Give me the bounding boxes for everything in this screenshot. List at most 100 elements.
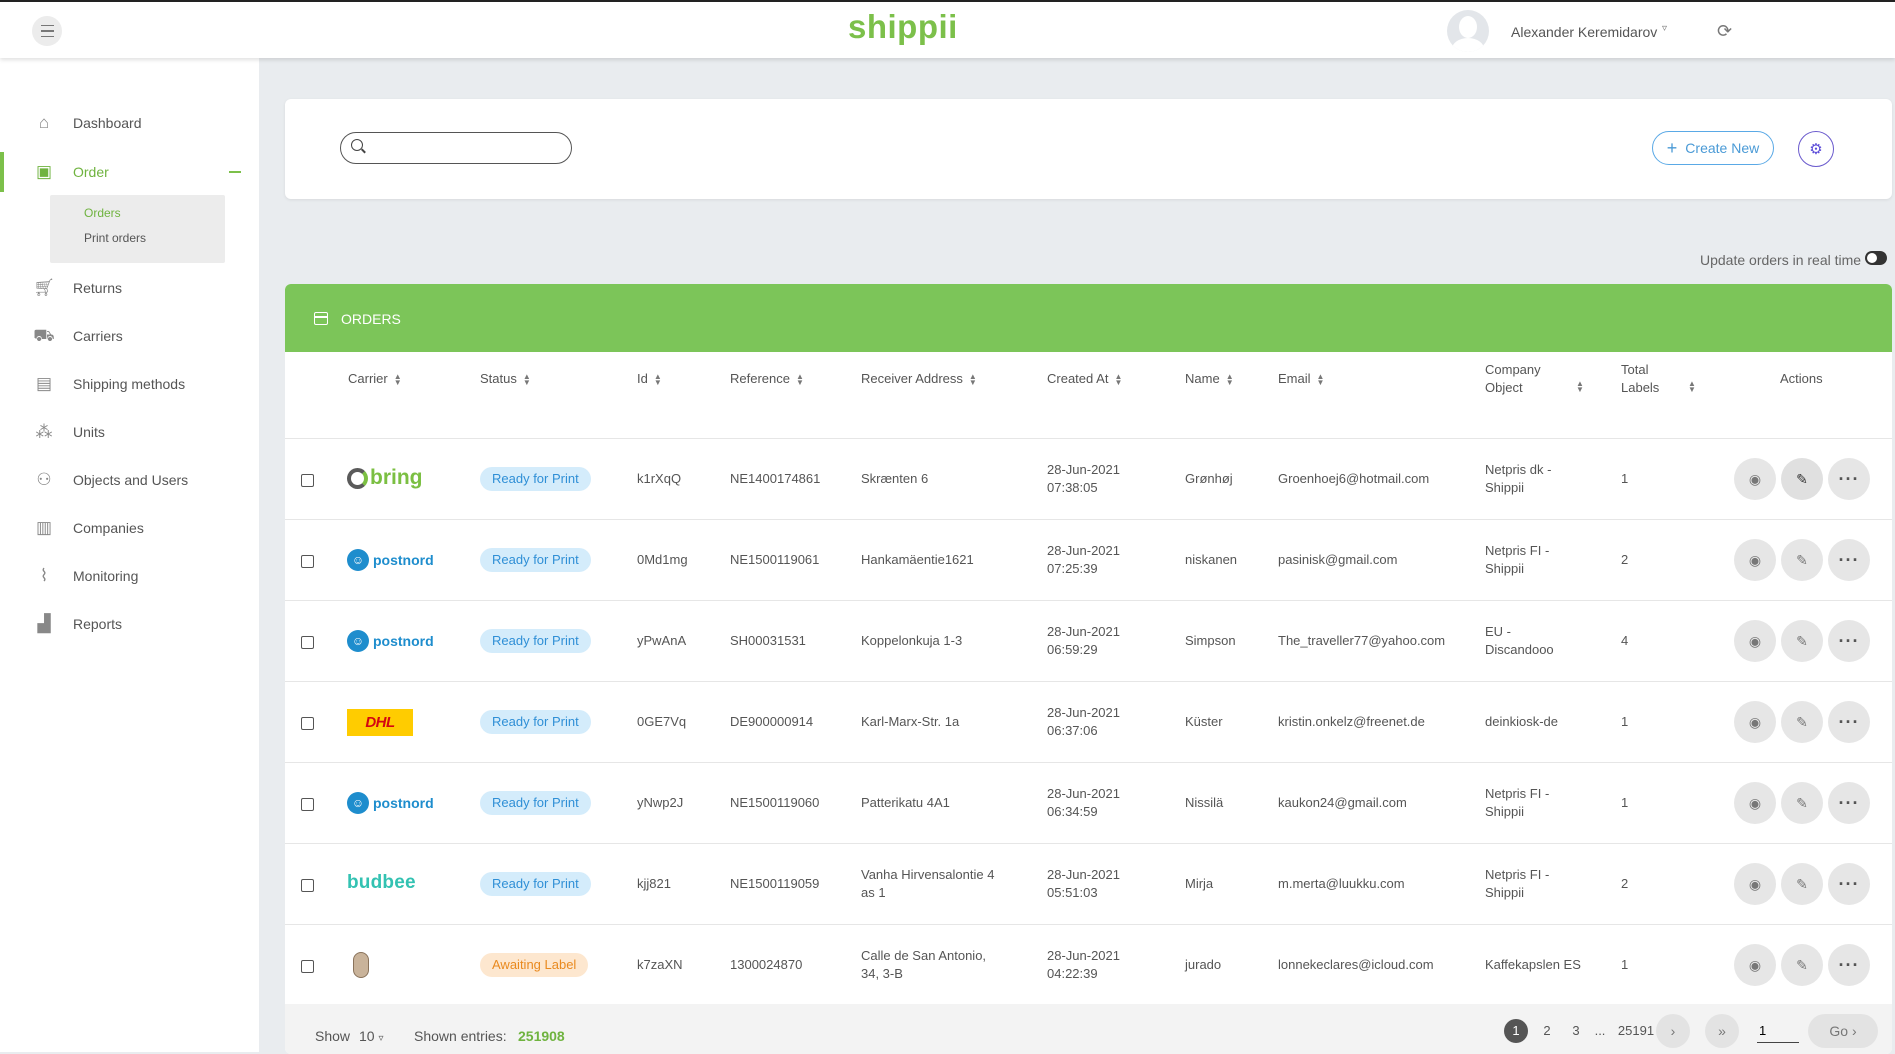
total-labels: 2	[1621, 876, 1629, 891]
view-button[interactable]: ◉	[1734, 620, 1776, 662]
company-object: EU -	[1485, 624, 1511, 639]
page-size-select[interactable]: 10 ▿	[359, 1028, 384, 1044]
view-button[interactable]: ◉	[1734, 539, 1776, 581]
sort-icon[interactable]: ▲ ▼	[1688, 380, 1696, 394]
column-header-name[interactable]: Name ▲ ▼	[1185, 370, 1234, 388]
view-button[interactable]: ◉	[1734, 458, 1776, 500]
edit-button[interactable]: ✎	[1781, 863, 1823, 905]
top-bar: shippii Alexander Keremidarov ▿ ⟳	[0, 0, 1895, 58]
page-button-last[interactable]: 25191	[1614, 1019, 1658, 1043]
order-id: yPwAnA	[637, 633, 687, 648]
edit-button[interactable]: ✎	[1781, 701, 1823, 743]
column-header-company-object[interactable]: Company Object	[1485, 361, 1541, 397]
column-header-status[interactable]: Status ▲ ▼	[480, 370, 531, 388]
total-labels: 1	[1621, 795, 1629, 810]
page-button-2[interactable]: 2	[1535, 1019, 1559, 1043]
edit-button[interactable]: ✎	[1781, 782, 1823, 824]
sidebar-item-units[interactable]: ⁂ Units	[0, 412, 259, 452]
sort-icon[interactable]: ▲ ▼	[1576, 380, 1584, 394]
more-button[interactable]: ···	[1828, 620, 1870, 662]
page-button-1[interactable]: 1	[1504, 1019, 1528, 1043]
view-button[interactable]: ◉	[1734, 863, 1776, 905]
more-button[interactable]: ···	[1828, 944, 1870, 986]
collapse-icon[interactable]	[229, 171, 241, 173]
row-checkbox[interactable]	[301, 879, 314, 892]
sidebar-item-label: Monitoring	[73, 568, 139, 584]
more-button[interactable]: ···	[1828, 701, 1870, 743]
eye-icon: ◉	[1748, 875, 1762, 892]
last-page-button[interactable]: »	[1705, 1014, 1739, 1048]
shown-entries-count: 251908	[518, 1028, 565, 1044]
chevron-down-icon[interactable]: ▿	[1662, 23, 1667, 34]
menu-toggle-button[interactable]	[32, 16, 62, 46]
row-checkbox[interactable]	[301, 717, 314, 730]
row-checkbox[interactable]	[301, 555, 314, 568]
more-button[interactable]: ···	[1828, 458, 1870, 500]
receiver-address: Koppelonkuja 1-3	[861, 633, 963, 648]
column-header-reference[interactable]: Reference ▲ ▼	[730, 370, 804, 388]
user-name[interactable]: Alexander Keremidarov	[1511, 24, 1657, 40]
view-button[interactable]: ◉	[1734, 701, 1776, 743]
row-checkbox[interactable]	[301, 636, 314, 649]
more-button[interactable]: ···	[1828, 539, 1870, 581]
column-header-total-labels[interactable]: Total Labels	[1621, 361, 1659, 397]
status-badge: Ready for Print	[480, 548, 591, 572]
row-checkbox[interactable]	[301, 798, 314, 811]
sidebar-item-monitoring[interactable]: ⌇ Monitoring	[0, 556, 259, 596]
receiver-name: Nissilä	[1185, 795, 1224, 810]
edit-button[interactable]: ✎	[1781, 539, 1823, 581]
avatar[interactable]	[1447, 10, 1489, 52]
receiver-email: pasinisk@gmail.com	[1278, 552, 1398, 567]
company-object-line2: Shippii	[1485, 885, 1525, 900]
row-checkbox[interactable]	[301, 960, 314, 973]
sidebar-item-carriers[interactable]: ⛟ Carriers	[0, 316, 259, 356]
goto-page-input[interactable]	[1757, 1018, 1799, 1043]
column-header-carrier[interactable]: Carrier ▲ ▼	[348, 370, 402, 388]
column-header-id[interactable]: Id ▲ ▼	[637, 370, 662, 388]
sidebar-item-objects-and-users[interactable]: ⚇ Objects and Users	[0, 460, 259, 500]
sidebar-item-dashboard[interactable]: ⌂ Dashboard	[0, 103, 259, 143]
page-button-3[interactable]: 3	[1564, 1019, 1588, 1043]
pallet-icon: ▤	[35, 374, 53, 393]
edit-button[interactable]: ✎	[1781, 458, 1823, 500]
sidebar-item-order[interactable]: ▣ Order	[0, 152, 259, 192]
submenu-item-orders[interactable]: Orders	[84, 206, 121, 220]
go-button[interactable]: Go ›	[1808, 1014, 1878, 1048]
more-button[interactable]: ···	[1828, 782, 1870, 824]
settings-button[interactable]: ⚙	[1798, 131, 1834, 167]
view-button[interactable]: ◉	[1734, 782, 1776, 824]
table-header: Carrier ▲ ▼ Status ▲ ▼ Id ▲ ▼ Reference ▲ ▼ Rece…	[285, 352, 1892, 424]
realtime-update-toggle[interactable]	[1865, 251, 1887, 265]
order-reference: DE900000914	[730, 714, 814, 729]
edit-button[interactable]: ✎	[1781, 620, 1823, 662]
refresh-icon[interactable]: ⟳	[1717, 21, 1732, 42]
table-row: budbee Ready for Print kjj821 NE15001190…	[285, 843, 1892, 925]
receiver-address-line2: as 1	[861, 885, 886, 900]
sidebar-item-label: Companies	[73, 520, 144, 536]
status-badge: Ready for Print	[480, 629, 591, 653]
more-button[interactable]: ···	[1828, 863, 1870, 905]
sidebar: ⌂ Dashboard ▣ Order Orders Print orders …	[0, 58, 259, 1052]
order-id: yNwp2J	[637, 795, 684, 810]
row-checkbox[interactable]	[301, 474, 314, 487]
column-header-receiver-address[interactable]: Receiver Address ▲ ▼	[861, 370, 977, 388]
submenu-item-print-orders[interactable]: Print orders	[84, 231, 146, 245]
edit-button[interactable]: ✎	[1781, 944, 1823, 986]
order-reference: NE1500119059	[730, 876, 820, 891]
sidebar-item-reports[interactable]: ▟ Reports	[0, 604, 259, 644]
eye-icon: ◉	[1748, 713, 1762, 730]
sidebar-item-companies[interactable]: ▥ Companies	[0, 508, 259, 548]
next-page-button[interactable]: ›	[1656, 1014, 1690, 1048]
app-logo[interactable]: shippii	[848, 8, 958, 46]
column-header-created-at[interactable]: Created At ▲ ▼	[1047, 370, 1122, 388]
sidebar-item-shipping-methods[interactable]: ▤ Shipping methods	[0, 364, 259, 404]
status-badge: Ready for Print	[480, 710, 591, 734]
sidebar-item-returns[interactable]: 🛒︎ Returns	[0, 268, 259, 308]
view-button[interactable]: ◉	[1734, 944, 1776, 986]
create-new-button[interactable]: + Create New	[1652, 131, 1774, 165]
column-header-email[interactable]: Email ▲ ▼	[1278, 370, 1324, 388]
home-icon: ⌂	[38, 113, 50, 132]
search-input[interactable]	[371, 139, 565, 157]
search-box[interactable]	[340, 132, 572, 164]
carrier-logo-kaffekapslen	[353, 952, 369, 978]
